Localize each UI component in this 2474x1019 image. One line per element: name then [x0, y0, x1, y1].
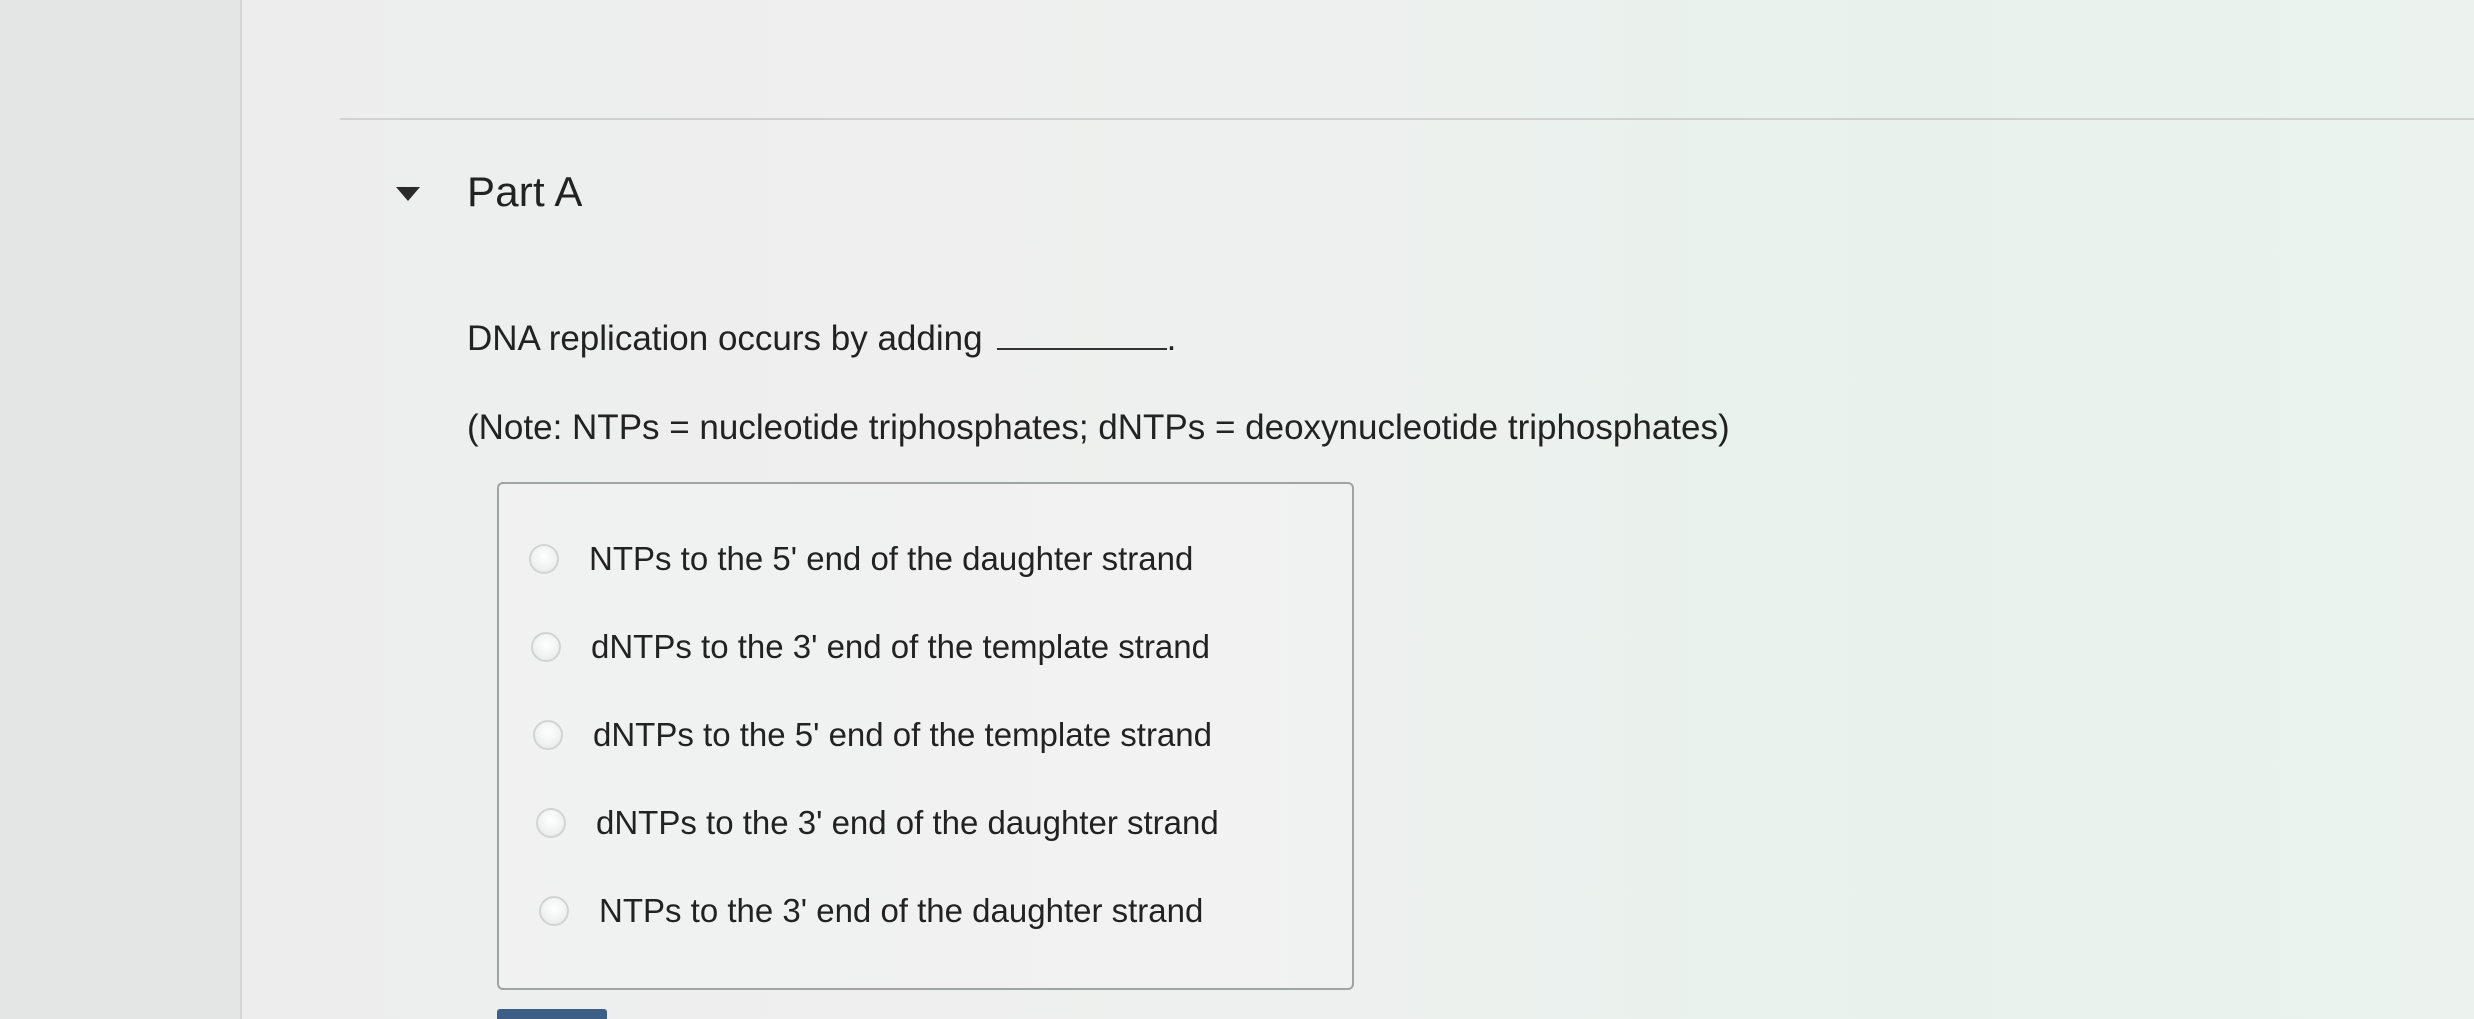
- radio-button[interactable]: [531, 632, 561, 662]
- option-label: NTPs to the 3' end of the daughter stran…: [599, 892, 1204, 929]
- answer-option[interactable]: NTPs to the 5' end of the daughter stran…: [529, 540, 1193, 578]
- option-label: dNTPs to the 5' end of the template stra…: [593, 716, 1212, 753]
- answer-option[interactable]: dNTPs to the 5' end of the template stra…: [533, 716, 1212, 754]
- left-gutter: [0, 0, 242, 1019]
- answer-option[interactable]: NTPs to the 3' end of the daughter stran…: [539, 892, 1203, 930]
- radio-button[interactable]: [539, 896, 569, 926]
- part-title: Part A: [467, 168, 583, 215]
- triangle-down-icon: [396, 187, 420, 201]
- answer-blank: [996, 318, 1167, 350]
- radio-button[interactable]: [533, 720, 563, 750]
- option-label: NTPs to the 5' end of the daughter stran…: [589, 540, 1194, 577]
- answer-option[interactable]: dNTPs to the 3' end of the template stra…: [531, 628, 1210, 666]
- section-divider: [340, 118, 2474, 120]
- collapse-toggle-button[interactable]: [390, 180, 426, 208]
- answer-options-box: NTPs to the 5' end of the daughter stran…: [497, 482, 1354, 990]
- question-text: DNA replication occurs by adding: [467, 319, 983, 358]
- radio-button[interactable]: [529, 544, 559, 574]
- radio-button[interactable]: [536, 808, 566, 838]
- submit-button-edge[interactable]: [497, 1009, 607, 1019]
- option-label: dNTPs to the 3' end of the template stra…: [591, 628, 1210, 665]
- option-label: dNTPs to the 3' end of the daughter stra…: [596, 804, 1219, 841]
- question-note: (Note: NTPs = nucleotide triphosphates; …: [467, 408, 1730, 447]
- question-stem: DNA replication occurs by adding.: [467, 318, 1176, 359]
- blank-suffix: .: [1166, 319, 1177, 358]
- answer-option[interactable]: dNTPs to the 3' end of the daughter stra…: [536, 804, 1219, 842]
